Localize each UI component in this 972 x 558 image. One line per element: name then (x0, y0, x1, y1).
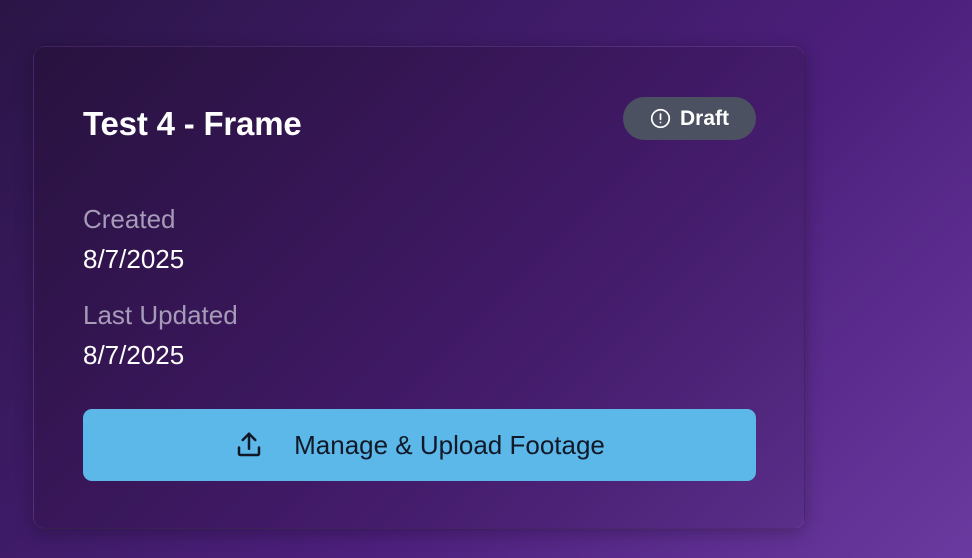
status-label: Draft (679, 106, 729, 130)
manage-upload-footage-button[interactable]: Manage & Upload Footage (83, 409, 756, 481)
exclamation-circle-icon (650, 108, 671, 129)
last-updated-date: 8/7/2025 (83, 340, 185, 370)
upload-button-label: Manage & Upload Footage (294, 429, 605, 460)
upload-icon (234, 430, 264, 460)
last-updated-label: Last Updated (83, 300, 238, 330)
created-label: Created (83, 204, 176, 234)
created-date: 8/7/2025 (83, 244, 185, 274)
status-badge: Draft (623, 97, 756, 140)
project-card: Test 4 - Frame Draft Created 8/7/2025 La… (33, 46, 805, 529)
project-title: Test 4 - Frame (83, 105, 302, 142)
